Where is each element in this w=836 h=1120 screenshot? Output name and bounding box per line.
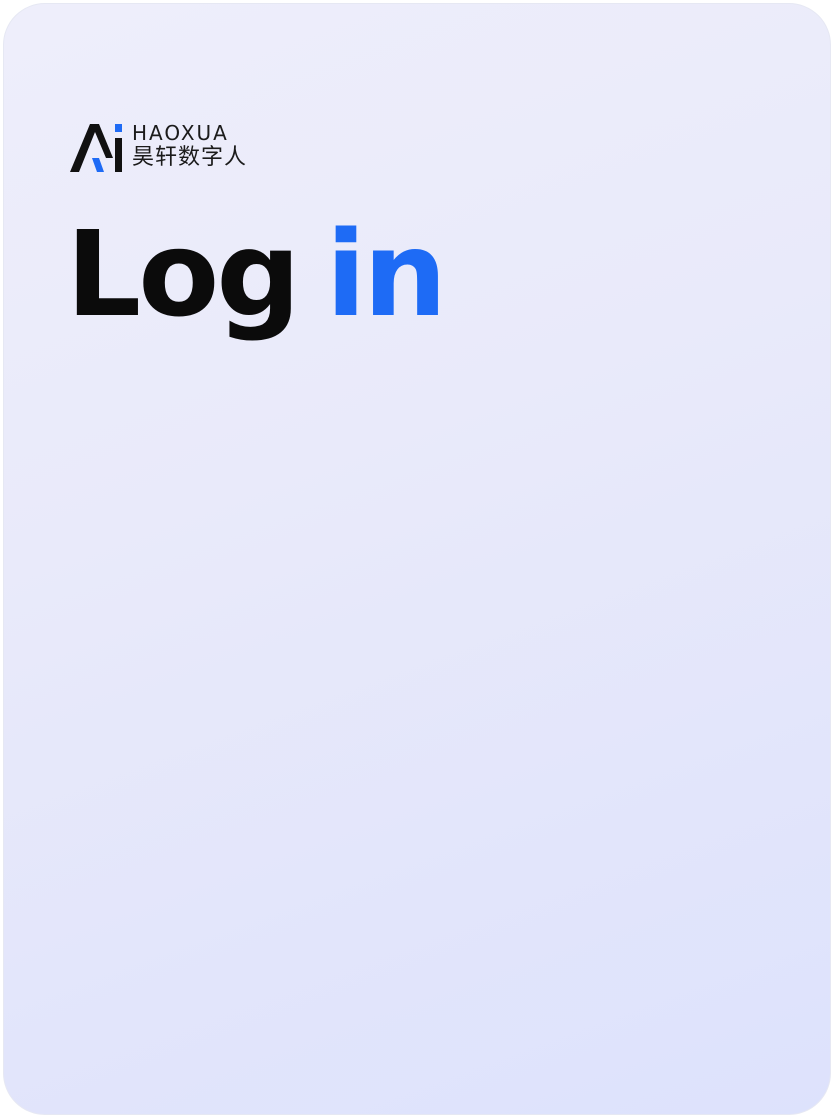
- title-part-in: in: [325, 205, 447, 343]
- login-card: HAOXUA 昊轩数字人 Log in: [3, 3, 831, 1115]
- ai-logo-icon: [70, 124, 122, 172]
- brand-name-cn: 昊轩数字人: [132, 145, 248, 170]
- title-part-log: Log: [66, 205, 301, 343]
- brand-text: HAOXUA 昊轩数字人: [132, 123, 247, 169]
- brand-name-en: HAOXUA: [132, 121, 229, 145]
- page-title: Log in: [66, 204, 447, 346]
- brand-logo: HAOXUA 昊轩数字人: [68, 118, 247, 174]
